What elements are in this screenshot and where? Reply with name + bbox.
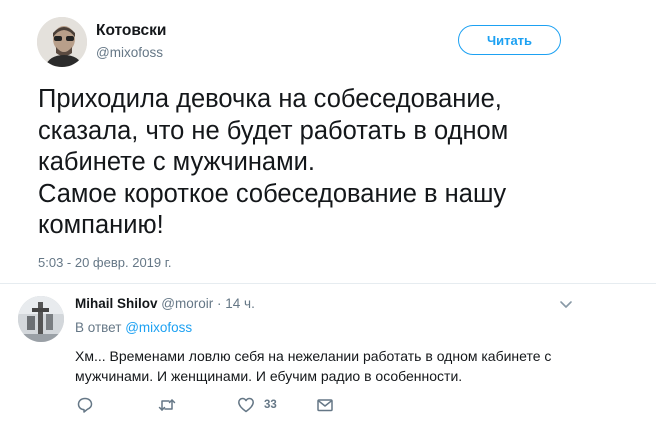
tweet-text-line: компанию! — [38, 211, 164, 239]
reply-author-handle[interactable]: @moroir — [161, 296, 213, 311]
author-name[interactable]: Котовски — [96, 22, 166, 40]
chevron-down-icon[interactable] — [558, 296, 574, 312]
tweet-text-line: Приходила девочка на собеседование, — [38, 85, 502, 113]
reply-button[interactable] — [76, 395, 94, 415]
like-button[interactable]: 33 — [237, 395, 277, 415]
envelope-icon — [317, 399, 333, 412]
reply-time[interactable]: 14 ч. — [225, 296, 255, 311]
tweet-text-line: сказала, что не будет работать в одном — [38, 116, 509, 145]
direct-message-button[interactable] — [316, 395, 334, 415]
tweet-text: Приходила девочка на собеседование, сказ… — [38, 84, 618, 242]
reply-author-name[interactable]: Mihail Shilov — [75, 296, 158, 311]
avatar-photo-icon — [37, 17, 87, 67]
reply-text: Хм... Временами ловлю себя на нежелании … — [75, 346, 585, 386]
reply-text-line: мужчинами. И женщинами. И ебучим радио в… — [75, 368, 463, 384]
follow-button[interactable]: Читать — [458, 25, 561, 55]
divider — [0, 283, 656, 284]
reply-header: Mihail Shilov @moroir · 14 ч. — [75, 296, 255, 311]
reply-to-mention[interactable]: @mixofoss — [125, 320, 192, 335]
retweet-button[interactable] — [158, 395, 176, 415]
reply-avatar-photo-icon — [18, 296, 64, 342]
heart-icon — [238, 397, 254, 413]
reply-to: В ответ @mixofoss — [75, 320, 192, 335]
author-handle[interactable]: @mixofoss — [96, 45, 163, 60]
tweet-text-line: Самое короткое собеседование в нашу — [38, 179, 507, 208]
like-count: 33 — [264, 399, 277, 411]
meta-separator: · — [217, 296, 222, 311]
reply-to-prefix: В ответ — [75, 320, 122, 335]
retweet-icon — [158, 399, 176, 411]
reply-author-avatar[interactable] — [18, 296, 64, 342]
tweet-timestamp[interactable]: 5:03 - 20 февр. 2019 г. — [38, 255, 172, 270]
tweet-text-line: кабинете с мужчинами. — [38, 148, 315, 176]
reply-text-line: Хм... Временами ловлю себя на нежелании … — [75, 348, 552, 364]
speech-bubble-icon — [77, 397, 93, 413]
author-avatar[interactable] — [37, 17, 87, 67]
